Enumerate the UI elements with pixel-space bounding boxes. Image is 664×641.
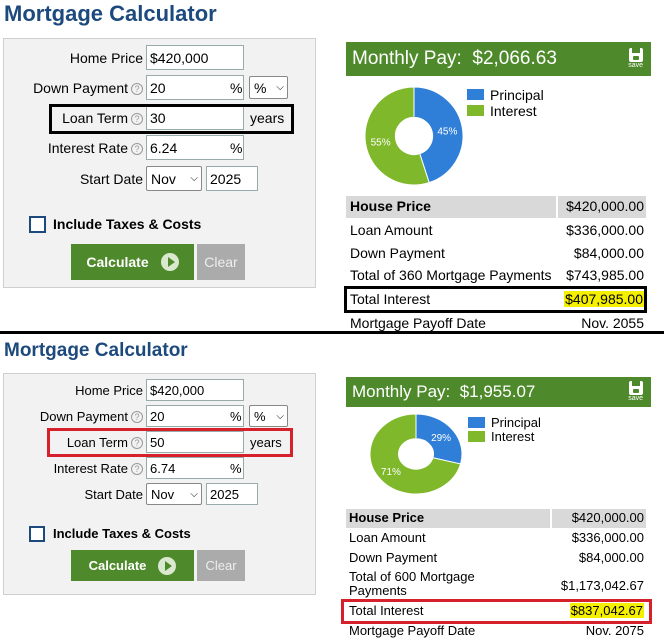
interest-rate-label-text: Interest Rate [53,461,128,476]
clear-button[interactable]: Clear [197,550,245,581]
legend-label: Interest [491,429,535,444]
chevron-down-icon: ⌵ [276,410,284,422]
result-value: $336,000.00 [571,530,644,545]
calculate-button[interactable]: Calculate [71,550,194,581]
monthly-pay-text: Monthly Pay: $1,955.07 [352,382,535,402]
include-taxes-checkbox[interactable] [29,526,45,542]
calculate-label: Calculate [88,558,147,573]
loan-term-highlight [47,428,293,457]
result-row-total-payments: Total of 600 Mortgage Payments $1,173,04… [346,570,646,600]
result-row-house-price: House Price $420,000.00 [346,509,646,528]
chevron-down-icon: ⌵ [190,488,198,500]
result-row-payoff-date: Mortgage Payoff Date Nov. 2075 [346,623,646,641]
result-value: Nov. 2075 [585,623,644,638]
payment-pie-chart: 29% 71% [369,413,463,495]
help-icon[interactable]: ? [131,463,143,475]
total-interest-highlight [341,599,652,624]
play-icon [158,556,177,575]
result-row-loan-amount: Loan Amount $336,000.00 [346,530,646,548]
monthly-pay-value: $1,955.07 [459,382,536,401]
monthly-pay-header: Monthly Pay: $1,955.07 save [346,377,651,407]
home-price-label: Home Price [75,383,143,398]
result-label: Mortgage Payoff Date [349,623,476,638]
result-label: Loan Amount [349,530,426,545]
legend-label: Principal [491,415,541,430]
calculator-panel-2: Mortgage Calculator Home Price $420,000 … [0,0,664,639]
start-month-select[interactable]: Nov ⌵ [146,483,202,505]
down-payment-unit-select[interactable]: % ⌵ [249,405,288,427]
legend-swatch [468,431,485,442]
legend-item-interest: Interest [468,429,541,444]
select-value: Nov [151,486,175,502]
interest-rate-label: Interest Rate? [10,461,143,476]
start-date-label: Start Date [84,487,143,502]
home-price-input[interactable]: $420,000 [146,379,244,401]
legend-item-principal: Principal [468,415,541,430]
help-icon[interactable]: ? [131,411,143,423]
result-value: $1,173,042.67 [560,578,644,593]
result-value: $420,000.00 [552,509,646,528]
disk-icon [628,381,643,395]
result-row-down-payment: Down Payment $84,000.00 [346,550,646,568]
include-taxes-label: Include Taxes & Costs [53,526,191,541]
calculator-title: Mortgage Calculator [4,340,188,361]
legend-swatch [468,417,485,428]
save-label: save [628,395,643,402]
pie-label-principal: 29% [431,433,451,444]
down-payment-label-text: Down Payment [39,409,128,424]
save-icon[interactable]: save [628,381,643,403]
interest-rate-unit: % [230,461,242,476]
down-payment-unit: % [230,409,242,424]
pie-label-interest: 71% [381,467,401,478]
start-year-input[interactable]: 2025 [206,483,258,505]
down-payment-label: Down Payment? [10,409,143,424]
monthly-pay-label: Monthly Pay: [352,382,451,401]
result-value: $84,000.00 [578,550,644,565]
result-label: House Price [346,509,550,528]
result-label: Down Payment [349,550,438,565]
chart-legend: Principal Interest [468,415,541,444]
result-label: Total of 600 Mortgage Payments [349,569,475,598]
select-value: % [254,408,266,424]
